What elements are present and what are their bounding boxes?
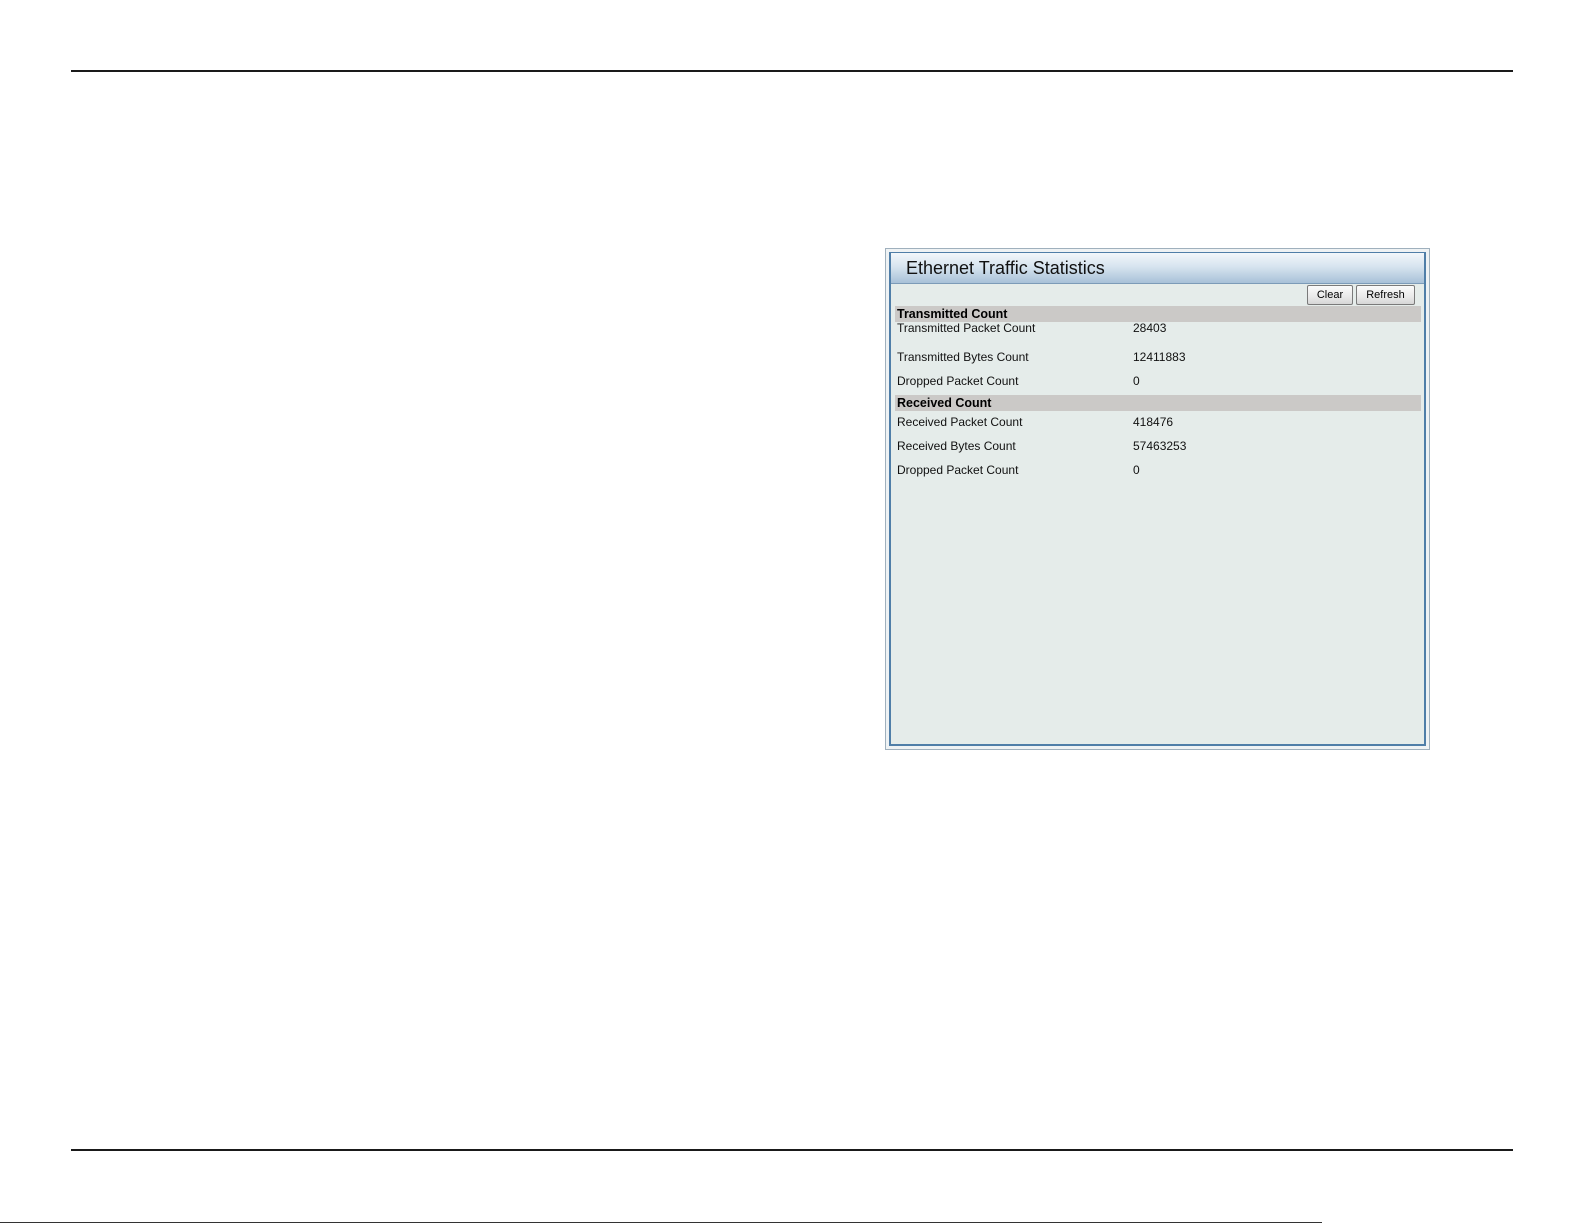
top-page-rule <box>71 70 1513 72</box>
stats-value: 418476 <box>1133 415 1174 429</box>
received-count-header: Received Count <box>895 395 1421 411</box>
stats-value: 57463253 <box>1133 439 1187 453</box>
refresh-button[interactable]: Refresh <box>1356 285 1415 305</box>
stats-row-transmitted-bytes-count: Transmitted Bytes Count 12411883 <box>891 346 1424 370</box>
panel-inner-frame: Ethernet Traffic Statistics Clear Refres… <box>889 252 1426 746</box>
bottom-page-rule <box>71 1149 1513 1151</box>
stats-value: 0 <box>1133 463 1140 477</box>
stats-label: Received Bytes Count <box>897 439 1016 453</box>
ethernet-traffic-statistics-panel: Ethernet Traffic Statistics Clear Refres… <box>885 248 1430 750</box>
stats-row-received-packet-count: Received Packet Count 418476 <box>891 411 1424 435</box>
stats-label: Dropped Packet Count <box>897 463 1019 477</box>
stats-row-received-bytes-count: Received Bytes Count 57463253 <box>891 435 1424 459</box>
transmitted-count-header: Transmitted Count <box>895 306 1421 322</box>
stats-value: 12411883 <box>1133 350 1186 364</box>
stats-label: Transmitted Packet Count <box>897 321 1036 335</box>
stats-label: Dropped Packet Count <box>897 374 1019 388</box>
footer-rule <box>0 1222 1322 1223</box>
stats-label: Received Packet Count <box>897 415 1023 429</box>
stats-label: Transmitted Bytes Count <box>897 350 1029 364</box>
stats-row-transmitted-dropped-packet-count: Dropped Packet Count 0 <box>891 370 1424 394</box>
panel-title: Ethernet Traffic Statistics <box>906 257 1105 278</box>
stats-value: 28403 <box>1133 321 1167 335</box>
stats-row-received-dropped-packet-count: Dropped Packet Count 0 <box>891 459 1424 483</box>
stats-value: 0 <box>1133 374 1140 388</box>
stats-row-transmitted-packet-count: Transmitted Packet Count 28403 <box>891 321 1424 346</box>
panel-header: Ethernet Traffic Statistics <box>891 253 1424 284</box>
clear-button[interactable]: Clear <box>1307 285 1353 305</box>
panel-toolbar: Clear Refresh <box>891 284 1424 306</box>
